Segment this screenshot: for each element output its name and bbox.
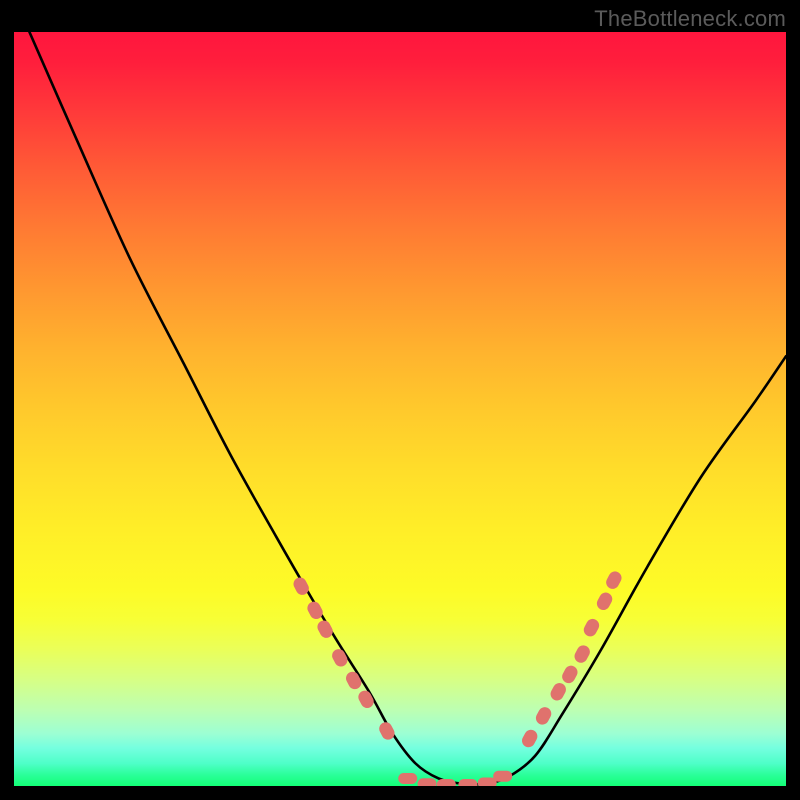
data-marker — [418, 778, 437, 786]
data-marker — [595, 590, 615, 612]
data-marker — [560, 663, 580, 685]
data-marker — [493, 771, 512, 782]
data-marker — [330, 647, 350, 669]
data-marker — [398, 773, 417, 784]
data-marker — [581, 617, 601, 639]
data-marker — [437, 779, 456, 786]
data-marker — [344, 669, 364, 691]
data-markers — [291, 569, 624, 786]
data-marker — [356, 688, 376, 710]
data-marker — [315, 618, 335, 640]
data-marker — [572, 643, 592, 665]
curve-layer — [14, 32, 786, 786]
plot-area — [14, 32, 786, 786]
data-marker — [520, 727, 540, 749]
data-marker — [604, 569, 624, 591]
data-marker — [548, 681, 568, 703]
chart-frame: TheBottleneck.com — [0, 0, 800, 800]
data-marker — [458, 779, 477, 786]
bottleneck-curve-path — [29, 32, 786, 784]
bottleneck-curve — [29, 32, 786, 784]
data-marker — [534, 705, 554, 727]
watermark-text: TheBottleneck.com — [594, 6, 786, 32]
data-marker — [377, 720, 397, 742]
